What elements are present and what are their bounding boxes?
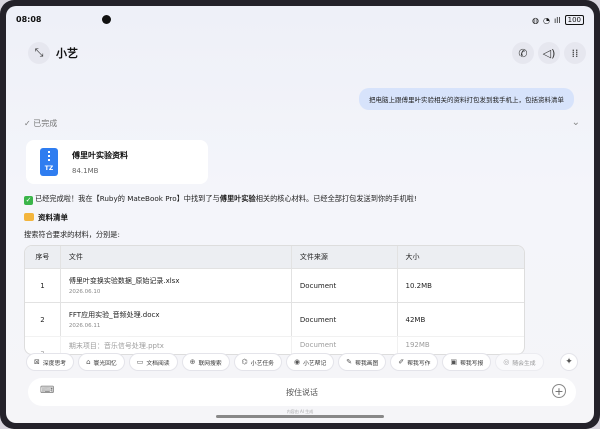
chip-label: 小艺任务 [250, 360, 274, 367]
row-file-date: 2026.06.11 [68, 323, 101, 329]
row-file: FFT应用实验_音频处理.docx 2026.06.11 [61, 303, 292, 336]
record-icon: ◎ [503, 358, 510, 366]
chip-label: 帮我写作 [407, 360, 431, 367]
result-prefix: 已经完成啦！我在【Ruby的 MateBook Pro】中找到了与 [35, 194, 220, 203]
call-icon[interactable]: ✆ [512, 42, 534, 64]
draw-icon: ✎ [346, 358, 353, 366]
chip-label: 深度思考 [42, 360, 67, 367]
row-file: 傅里叶变换实验数据_原始记录.xlsx 2026.06.10 [61, 269, 292, 302]
file-name: 傅里叶实验资料 [72, 151, 128, 160]
file-table: 序号 文件 文件来源 大小 1 傅里叶变换实验数据_原始记录.xlsx 2026… [24, 245, 525, 355]
header-size: 大小 [405, 253, 420, 261]
list-title-text: 资料清单 [38, 213, 68, 222]
chip-task[interactable]: ⌬ 小艺任务 [233, 353, 282, 371]
screen: 08:08 ◍ ◔ ıll 100 ⤡ 小艺 ✆ ◁) ⁞⁞ 把电脑上跟傅里叶实… [6, 6, 594, 423]
collapse-icon[interactable]: ⤡ [28, 42, 50, 64]
status-time: 08:08 [16, 15, 42, 24]
plus-icon[interactable]: + [552, 384, 566, 398]
device-frame: 08:08 ◍ ◔ ıll 100 ⤡ 小艺 ✆ ◁) ⁞⁞ 把电脑上跟傅里叶实… [0, 0, 600, 429]
header: ⤡ 小艺 ✆ ◁) ⁞⁞ [6, 34, 594, 68]
more-icon[interactable]: ⁞⁞ [564, 42, 586, 64]
web-search-icon: ⊕ [189, 358, 196, 366]
row-size: 42MB [405, 315, 426, 324]
note-icon: ◉ [293, 358, 301, 366]
row-source: Document [292, 269, 398, 302]
front-camera [102, 15, 111, 24]
list-title: 资料清单 [24, 212, 68, 223]
file-size: 84.1MB [72, 167, 99, 175]
row-source: Document [292, 303, 398, 336]
skill-chips: ⊠ 深度思考 ⌂ 寰光回忆 ▭ 文档阅读 ⊕ 联网搜索 ⌬ 小艺任务 ◉ 小艺帮记 ✎ 帮我画… [26, 353, 578, 371]
memory-icon: ⌂ [86, 358, 91, 366]
row-file-date: 2026.06.10 [68, 289, 101, 295]
nfc-icon: ◍ [531, 15, 539, 25]
header-no: 序号 [25, 246, 61, 268]
home-indicator[interactable] [216, 415, 384, 418]
row-file-name: 期末项目：音乐信号处理.pptx [68, 342, 164, 350]
chevron-down-icon[interactable]: ⌄ [572, 117, 580, 128]
file-card[interactable]: TZ 傅里叶实验资料 84.1MB [26, 140, 208, 184]
deep-think-icon: ⊠ [34, 358, 40, 366]
chip-draw[interactable]: ✎ 帮我画图 [338, 353, 387, 371]
row-file-name: 傅里叶变换实验数据_原始记录.xlsx [68, 277, 180, 285]
status-row[interactable]: ✓ 已完成 ⌄ [24, 117, 580, 129]
sparkle-icon[interactable]: ✦ [560, 353, 578, 371]
status-label: 已完成 [33, 119, 58, 128]
result-highlight: 傅里叶实验 [219, 194, 256, 203]
header-source: 文件来源 [292, 246, 398, 268]
chip-label: 文档阅读 [146, 360, 170, 367]
chip-label: 帮我画图 [355, 360, 379, 367]
chip-label: 联网搜索 [198, 360, 222, 367]
write-icon: ✐ [398, 358, 405, 366]
row-no: 1 [25, 269, 61, 302]
chip-record[interactable]: ◎ 随会生成 [495, 353, 544, 371]
checkmark-icon: ✓ [24, 196, 33, 205]
row-file-name: FFT应用实验_音频处理.docx [68, 311, 160, 319]
zip-label: TZ [44, 165, 54, 172]
chip-note[interactable]: ◉ 小艺帮记 [285, 353, 335, 371]
ppt-icon: ▣ [450, 358, 458, 366]
check-icon: ✓ [24, 119, 31, 128]
table-row[interactable]: 1 傅里叶变换实验数据_原始记录.xlsx 2026.06.10 Documen… [25, 268, 524, 302]
search-summary: 搜索符合要求的材料，分别是: [24, 230, 120, 239]
chip-web-search[interactable]: ⊕ 联网搜索 [181, 353, 230, 371]
status-bar: 08:08 ◍ ◔ ıll 100 [6, 6, 594, 30]
row-no: 2 [25, 303, 61, 336]
row-size: 10.2MB [405, 281, 432, 290]
chip-memory[interactable]: ⌂ 寰光回忆 [78, 353, 125, 371]
folder-icon [24, 213, 34, 221]
page-title: 小艺 [56, 47, 78, 60]
result-suffix: 相关的核心材料。已经全部打包发送到你的手机啦! [255, 194, 417, 203]
task-icon: ⌬ [241, 358, 248, 366]
chip-label: 小艺帮记 [303, 360, 327, 367]
result-message: ✓ 已经完成啦！我在【Ruby的 MateBook Pro】中找到了与傅里叶实验相… [24, 194, 417, 205]
user-message-bubble: 把电脑上跟傅里叶实验相关的资料打包发到我手机上，包括资料清单 [359, 88, 574, 110]
header-file: 文件 [61, 246, 292, 268]
battery-icon: 100 [564, 15, 584, 25]
chip-label: 帮我写报 [460, 360, 484, 367]
hold-to-talk-label[interactable]: 按住说话 [28, 387, 576, 398]
chip-label: 随会生成 [512, 360, 536, 367]
wifi-icon: ◔ [542, 15, 550, 25]
chip-deep-think[interactable]: ⊠ 深度思考 [26, 353, 75, 371]
zip-file-icon: TZ [40, 148, 58, 176]
chip-label: 寰光回忆 [93, 360, 117, 367]
table-row[interactable]: 2 FFT应用实验_音频处理.docx 2026.06.11 Document … [25, 302, 524, 336]
voice-input-bar[interactable]: ⌨ 按住说话 + [28, 378, 576, 406]
doc-read-icon: ▭ [136, 358, 144, 366]
table-header: 序号 文件 文件来源 大小 [25, 246, 524, 268]
signal-icon: ıll [553, 15, 561, 25]
chip-doc-read[interactable]: ▭ 文档阅读 [128, 353, 178, 371]
chip-ppt[interactable]: ▣ 帮我写报 [442, 353, 492, 371]
chip-write[interactable]: ✐ 帮我写作 [390, 353, 439, 371]
speaker-icon[interactable]: ◁) [538, 42, 560, 64]
status-icons: ◍ ◔ ıll 100 [532, 15, 584, 25]
